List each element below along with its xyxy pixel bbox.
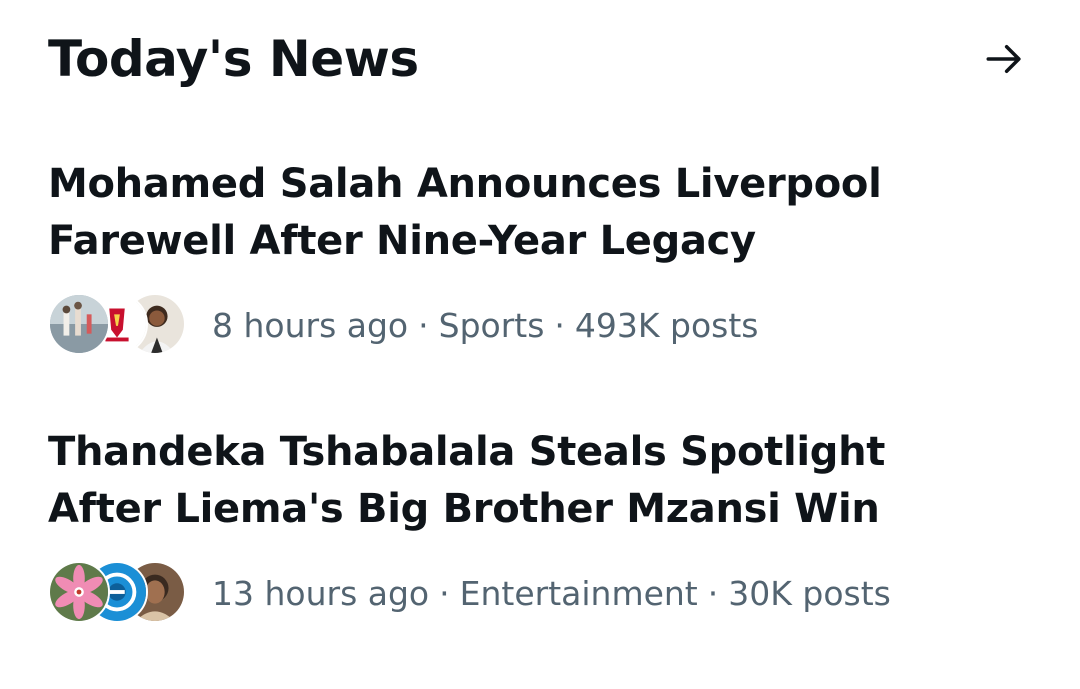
section-title: Today's News [48,30,419,88]
avatar-stack [48,292,188,358]
news-time: 13 hours ago [212,573,430,613]
news-headline: Thandeka Tshabalala Steals Spotlight Aft… [48,429,886,532]
beach-photo-avatar [48,293,110,355]
section-header: Today's News [48,24,1032,94]
news-category: Sports [438,305,545,345]
news-meta-text: 8 hours ago · Sports · 493K posts [212,306,759,345]
meta-separator: · [554,305,565,345]
pink-lily-flower-avatar [48,561,110,623]
news-meta-text: 13 hours ago · Entertainment · 30K posts [212,574,891,613]
news-category: Entertainment [459,573,698,613]
news-item[interactable]: Mohamed Salah Announces Liverpool Farewe… [48,156,1008,358]
meta-separator: · [418,305,429,345]
see-all-button[interactable] [976,31,1032,87]
news-headline: Mohamed Salah Announces Liverpool Farewe… [48,161,882,264]
news-post-count: 30K posts [728,573,891,613]
avatar-stack [48,560,188,626]
news-time: 8 hours ago [212,305,409,345]
news-meta: 8 hours ago · Sports · 493K posts [48,292,1008,358]
news-post-count: 493K posts [574,305,759,345]
arrow-right-icon [986,45,1021,73]
meta-separator: · [707,573,719,613]
news-item[interactable]: Thandeka Tshabalala Steals Spotlight Aft… [48,424,1008,626]
news-meta: 13 hours ago · Entertainment · 30K posts [48,560,1008,626]
meta-separator: · [439,573,450,613]
